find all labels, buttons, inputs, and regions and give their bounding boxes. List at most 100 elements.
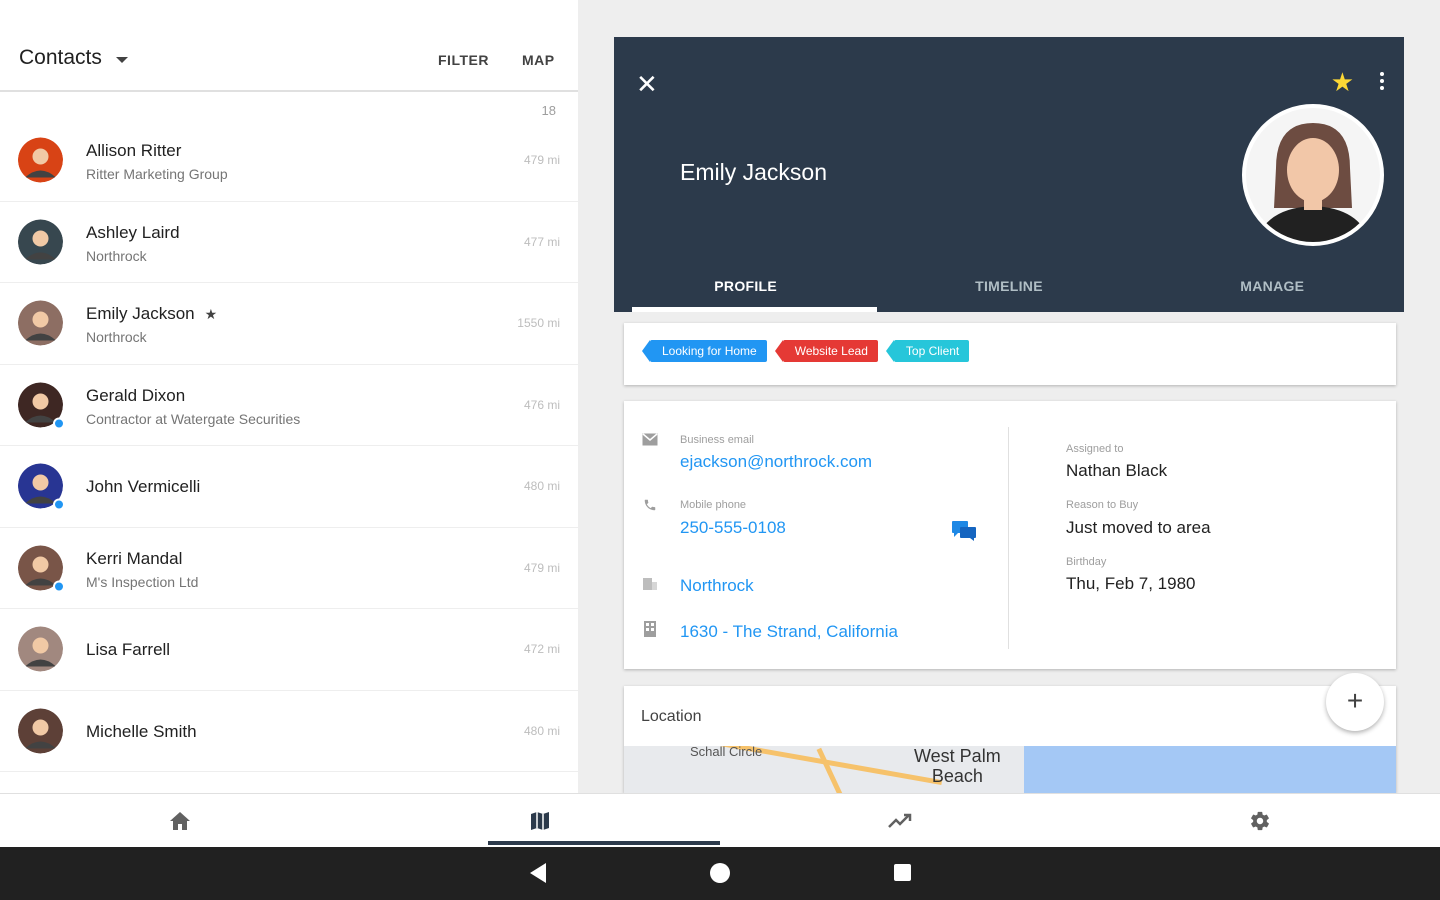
home-circle-icon[interactable] — [710, 863, 730, 883]
birthday-value: Thu, Feb 7, 1980 — [1066, 574, 1196, 593]
contact-name-text: Lisa Farrell — [86, 640, 171, 659]
phone-link[interactable]: 250-555-0108 — [680, 518, 786, 538]
contact-name: John Vermicelli — [86, 477, 200, 497]
contact-company: Ritter Marketing Group — [86, 166, 228, 182]
system-navigation-bar — [0, 847, 1440, 900]
contact-distance: 479 mi — [523, 560, 560, 575]
gear-icon — [1251, 811, 1269, 830]
nav-trends[interactable] — [720, 794, 1080, 847]
nav-map[interactable] — [360, 794, 720, 847]
recents-icon[interactable] — [894, 864, 911, 881]
reason-value: Just moved to area — [1066, 518, 1211, 537]
contact-name-text: Ashley Laird — [86, 222, 180, 242]
star-icon[interactable]: ★ — [1331, 67, 1354, 98]
company-link[interactable]: Northrock — [680, 576, 754, 596]
back-icon[interactable] — [530, 863, 546, 883]
nav-home[interactable] — [0, 794, 360, 847]
map-icon — [531, 811, 549, 830]
info-divider — [1008, 427, 1009, 649]
contact-distance: 480 mi — [523, 723, 560, 738]
tab-timeline[interactable]: TIMELINE — [877, 262, 1140, 312]
address-link[interactable]: 1630 - The Strand, California — [680, 622, 898, 642]
email-link[interactable]: ejackson@northrock.com — [680, 452, 872, 472]
map-button[interactable]: MAP — [522, 52, 555, 68]
avatar — [18, 382, 65, 430]
contact-distance: 479 mi — [523, 153, 560, 168]
filter-button[interactable]: FILTER — [438, 52, 489, 68]
contact-row[interactable]: Ashley Laird Northrock 477 mi — [0, 202, 578, 283]
contact-name: Allison Ritter — [86, 141, 181, 161]
contact-company: Contractor at Watergate Securities — [86, 410, 301, 427]
contact-distance: 1550 mi — [517, 316, 560, 331]
nav-settings[interactable] — [1080, 794, 1440, 847]
contact-photo — [1242, 104, 1384, 246]
contact-name-text: Emily Jackson — [86, 304, 195, 323]
location-map[interactable]: Schall Circle West Palm Beach — [624, 746, 1396, 793]
contact-company: Northrock — [86, 329, 147, 345]
address-icon — [641, 621, 659, 639]
contact-row[interactable]: Emily Jackson ★ Northrock 1550 mi — [0, 283, 578, 365]
bottom-navigation — [0, 793, 1440, 847]
contact-distance: 480 mi — [523, 479, 560, 494]
avatar — [18, 137, 63, 183]
contact-list: Allison Ritter Ritter Marketing Group 479 … — [0, 120, 578, 772]
map-city-label: West Palm Beach — [914, 746, 1001, 786]
tag-chip[interactable]: Website Lead — [774, 340, 878, 362]
contact-distance: 472 mi — [523, 642, 560, 657]
contact-row[interactable]: Gerald Dixon Contractor at Watergate Secu… — [0, 365, 578, 446]
contacts-title: Contacts — [19, 46, 102, 69]
contact-name-text: Michelle Smith — [86, 721, 197, 741]
contact-row[interactable]: Allison Ritter Ritter Marketing Group 479 … — [0, 120, 578, 202]
home-icon — [170, 811, 190, 830]
location-panel: Location Schall Circle West Palm Beach — [624, 686, 1396, 793]
add-button[interactable]: + — [1326, 673, 1384, 731]
star-icon: ★ — [204, 306, 218, 322]
tag-chip[interactable]: Top Client — [885, 340, 970, 362]
tab-profile[interactable]: PROFILE — [614, 262, 878, 312]
email-label: Business email — [680, 434, 754, 446]
online-indicator — [53, 498, 65, 511]
contact-header-card: ✕ ★ Emily Jackson PROFILE TIMELINE MANAG… — [614, 37, 1404, 312]
map-road — [816, 747, 847, 793]
phone-label: Mobile phone — [680, 499, 747, 511]
contact-name-text: Allison Ritter — [86, 141, 182, 160]
tags-panel: Looking for Home Website Lead Top Client — [624, 323, 1396, 385]
contact-name: Kerri Mandal — [86, 549, 182, 569]
avatar — [18, 463, 65, 511]
contact-name: Gerald Dixon — [86, 386, 185, 406]
avatar — [18, 300, 63, 346]
email-icon — [641, 433, 659, 451]
more-vert-icon[interactable] — [1380, 72, 1386, 93]
tag-chip[interactable]: Looking for Home — [642, 340, 767, 362]
close-icon[interactable]: ✕ — [636, 71, 658, 97]
company-icon — [641, 575, 659, 593]
tab-manage[interactable]: MANAGE — [1141, 262, 1404, 312]
avatar — [18, 626, 63, 672]
contact-count: 18 — [541, 103, 556, 118]
contact-name: Michelle Smith — [86, 722, 197, 742]
contact-company: M's Inspection Ltd — [86, 573, 199, 590]
contact-row[interactable]: Michelle Smith 480 mi — [0, 691, 578, 772]
avatar — [18, 219, 63, 265]
contact-company: Northrock — [86, 247, 147, 264]
phone-icon — [641, 498, 659, 516]
contact-row[interactable]: John Vermicelli 480 mi — [0, 446, 578, 528]
contact-row[interactable]: Kerri Mandal M's Inspection Ltd 479 mi — [0, 528, 578, 609]
contact-name-text: Kerri Mandal — [86, 548, 183, 568]
contact-name: Lisa Farrell — [86, 640, 170, 660]
detail-tabs: PROFILE TIMELINE MANAGE — [614, 262, 1404, 312]
trending-up-icon — [888, 813, 912, 828]
contact-distance: 477 mi — [523, 234, 560, 249]
chevron-down-icon — [115, 56, 128, 63]
avatar — [18, 545, 65, 593]
contacts-header: Contacts FILTER MAP — [0, 0, 578, 92]
contact-name-text: Gerald Dixon — [86, 385, 186, 405]
message-icon[interactable] — [952, 521, 976, 541]
avatar — [18, 708, 63, 754]
contact-row[interactable]: Lisa Farrell 472 mi — [0, 609, 578, 691]
contacts-dropdown[interactable]: Contacts — [19, 46, 128, 70]
contacts-pane: Contacts FILTER MAP 18 Allison Ritter Rit… — [0, 0, 578, 793]
contact-name: Emily Jackson — [680, 159, 827, 185]
location-title: Location — [641, 708, 702, 725]
contact-name: Emily Jackson ★ — [86, 304, 217, 324]
